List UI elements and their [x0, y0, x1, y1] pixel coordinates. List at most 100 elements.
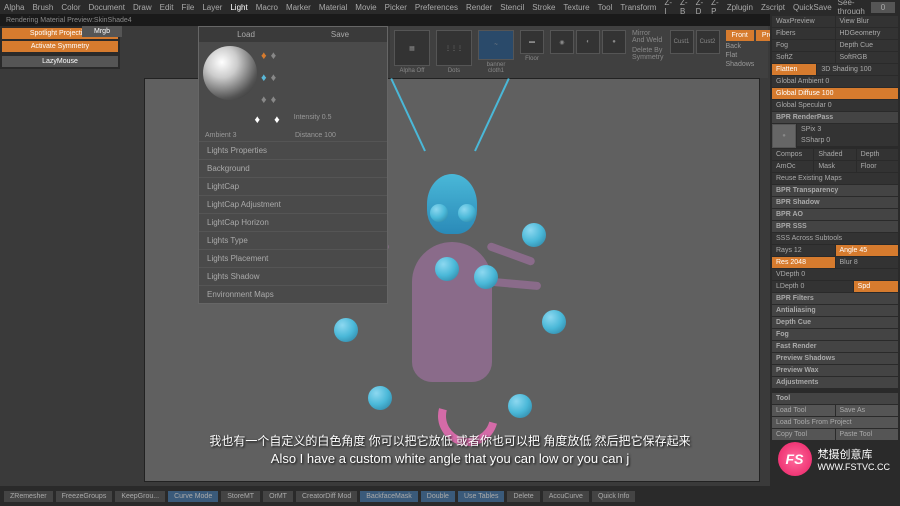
adjustments[interactable]: Adjustments: [772, 377, 898, 388]
ormt-btn[interactable]: OrMT: [263, 491, 293, 502]
bulb-icon[interactable]: ♦: [261, 94, 267, 106]
cust1-icon[interactable]: Cust1: [670, 30, 694, 54]
flatten[interactable]: Flatten: [772, 64, 816, 75]
menu-texture[interactable]: Texture: [563, 3, 589, 12]
ssharp[interactable]: SSharp 0: [797, 135, 898, 146]
menu-zb[interactable]: Z-B: [680, 0, 688, 16]
lightcap-horizon[interactable]: LightCap Horizon: [199, 213, 387, 231]
load-tool[interactable]: Load Tool: [772, 405, 835, 416]
bulb-icon[interactable]: ♦: [261, 50, 267, 62]
bulb-icon[interactable]: ♦: [261, 72, 267, 84]
softz[interactable]: SoftZ: [772, 52, 835, 63]
bulb-icon[interactable]: ♦: [255, 114, 261, 126]
accucurve-btn[interactable]: AccuCurve: [543, 491, 589, 502]
vdepth[interactable]: VDepth 0: [772, 269, 898, 280]
spd[interactable]: Spd: [854, 281, 898, 292]
menu-material[interactable]: Material: [319, 3, 347, 12]
shaded[interactable]: Shaded: [814, 149, 855, 160]
bpr-filters[interactable]: BPR Filters: [772, 293, 898, 304]
dots-icon[interactable]: ⋮⋮⋮: [436, 30, 472, 66]
fog2[interactable]: Fog: [772, 329, 898, 340]
cust2-icon[interactable]: Cust2: [696, 30, 720, 54]
lights-type[interactable]: Lights Type: [199, 231, 387, 249]
zremesher-btn[interactable]: ZRemesher: [4, 491, 53, 502]
delete-btn[interactable]: Delete: [507, 491, 539, 502]
menu-light[interactable]: Light: [230, 3, 247, 12]
bulb-icon[interactable]: ♦: [271, 94, 277, 106]
select-icon[interactable]: ◉: [550, 30, 574, 54]
banner-icon[interactable]: ~: [478, 30, 514, 60]
menu-zd[interactable]: Z-D: [696, 0, 704, 16]
usetables-btn[interactable]: Use Tables: [458, 491, 505, 502]
mat-icon[interactable]: ●: [602, 30, 626, 54]
lightcap[interactable]: LightCap: [199, 177, 387, 195]
menu-movie[interactable]: Movie: [355, 3, 376, 12]
menu-preferences[interactable]: Preferences: [415, 3, 458, 12]
save-as[interactable]: Save As: [836, 405, 899, 416]
fast-render[interactable]: Fast Render: [772, 341, 898, 352]
activate-sym-btn[interactable]: Activate Symmetry: [2, 41, 118, 52]
menu-marker[interactable]: Marker: [286, 3, 311, 12]
menu-zp[interactable]: Z-P: [711, 0, 719, 16]
menu-tool[interactable]: Tool: [598, 3, 613, 12]
load-tab[interactable]: Load: [199, 27, 293, 42]
backfacemask-btn[interactable]: BackfaceMask: [360, 491, 418, 502]
menu-draw[interactable]: Draw: [133, 3, 152, 12]
angle[interactable]: Angle 45: [836, 245, 899, 256]
lazymouse-btn[interactable]: LazyMouse: [2, 56, 118, 67]
light-sphere[interactable]: [203, 46, 257, 100]
global-specular[interactable]: Global Specular 0: [772, 100, 898, 111]
background[interactable]: Background: [199, 159, 387, 177]
menu-color[interactable]: Color: [61, 3, 80, 12]
pass-thumb[interactable]: ●: [772, 124, 796, 148]
curvemode-btn[interactable]: Curve Mode: [168, 491, 218, 502]
menu-zi[interactable]: Z-I: [664, 0, 672, 16]
bulb-icon[interactable]: ♦: [271, 72, 277, 84]
menu-zplugin[interactable]: Zplugin: [727, 3, 753, 12]
menu-edit[interactable]: Edit: [160, 3, 174, 12]
reuse-maps[interactable]: Reuse Existing Maps: [772, 173, 898, 184]
mrgb-btn[interactable]: Mrgb: [82, 26, 122, 37]
floor-pass[interactable]: Floor: [857, 161, 898, 172]
softrgb[interactable]: SoftRGB: [836, 52, 899, 63]
global-ambient[interactable]: Global Ambient 0: [772, 76, 898, 87]
antialiasing[interactable]: Antialiasing: [772, 305, 898, 316]
waxpreview[interactable]: WaxPreview: [772, 16, 835, 27]
floor-icon[interactable]: ▬: [520, 30, 544, 54]
viewblur[interactable]: View Blur: [836, 16, 899, 27]
global-diffuse[interactable]: Global Diffuse 100: [772, 88, 898, 99]
bpr-ao[interactable]: BPR AO: [772, 209, 898, 220]
fog[interactable]: Fog: [772, 40, 835, 51]
preview-wax[interactable]: Preview Wax: [772, 365, 898, 376]
lights-placement[interactable]: Lights Placement: [199, 249, 387, 267]
tool-header[interactable]: Tool: [772, 393, 898, 404]
compos[interactable]: Compos: [772, 149, 813, 160]
bpr-sss[interactable]: BPR SSS: [772, 221, 898, 232]
hdgeom[interactable]: HDGeometry: [836, 28, 899, 39]
bpr-trans[interactable]: BPR Transparency: [772, 185, 898, 196]
sss-subtools[interactable]: SSS Across Subtools: [772, 233, 898, 244]
lightcap-adj[interactable]: LightCap Adjustment: [199, 195, 387, 213]
menu-layer[interactable]: Layer: [202, 3, 222, 12]
shading[interactable]: 3D Shading 100: [817, 64, 898, 75]
preview-shadows[interactable]: Preview Shadows: [772, 353, 898, 364]
res[interactable]: Res 2048: [772, 257, 835, 268]
menu-brush[interactable]: Brush: [32, 3, 53, 12]
delete-sym[interactable]: Delete By Symmetry: [632, 47, 664, 61]
save-tab[interactable]: Save: [293, 27, 387, 42]
storemt-btn[interactable]: StoreMT: [221, 491, 260, 502]
rays[interactable]: Rays 12: [772, 245, 835, 256]
menu-picker[interactable]: Picker: [385, 3, 407, 12]
menu-file[interactable]: File: [181, 3, 194, 12]
bulb-icon[interactable]: ♦: [274, 114, 280, 126]
freezegroups-btn[interactable]: FreezeGroups: [56, 491, 113, 502]
ldepth[interactable]: LDepth 0: [772, 281, 853, 292]
seethrough-value[interactable]: 0: [871, 2, 895, 13]
creatordiff-btn[interactable]: CreatorDiff Mod: [296, 491, 357, 502]
menu-transform[interactable]: Transform: [620, 3, 656, 12]
quickinfo-btn[interactable]: Quick Info: [592, 491, 636, 502]
amoc[interactable]: AmOc: [772, 161, 813, 172]
lights-shadow[interactable]: Lights Shadow: [199, 267, 387, 285]
bpr-shadow[interactable]: BPR Shadow: [772, 197, 898, 208]
ambient-slider[interactable]: Ambient 3: [205, 132, 291, 139]
